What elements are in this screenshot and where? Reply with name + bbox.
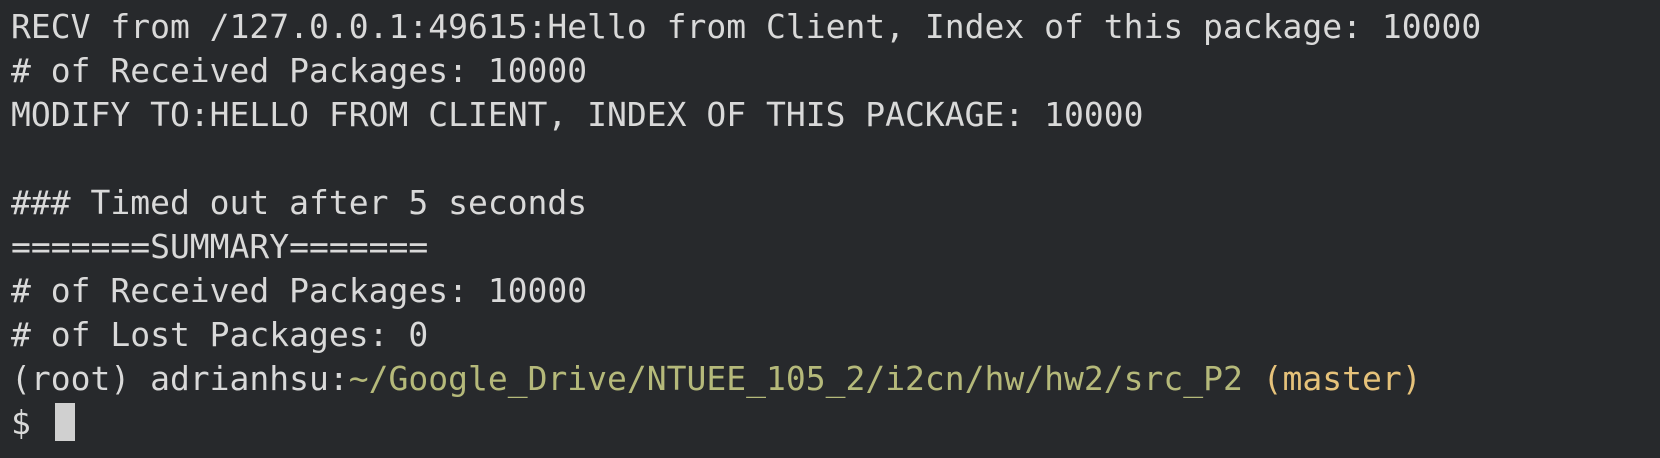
shell-input-line[interactable]: $: [11, 401, 1650, 445]
output-line-summary-header: =======SUMMARY=======: [11, 227, 429, 266]
terminal-window[interactable]: RECV from /127.0.0.1:49615:Hello from Cl…: [0, 0, 1660, 458]
prompt-symbol: $: [11, 403, 51, 442]
text-cursor[interactable]: [54, 403, 75, 441]
output-line-modify: MODIFY TO:HELLO FROM CLIENT, INDEX OF TH…: [11, 95, 1144, 134]
output-line-blank: [11, 137, 1650, 181]
prompt-env: (root) adrianhsu:: [11, 359, 349, 398]
output-line-received-count: # of Received Packages: 10000: [11, 51, 588, 90]
output-line-timeout: ### Timed out after 5 seconds: [11, 183, 588, 222]
prompt-path: ~/Google_Drive/NTUEE_105_2/i2cn/hw/hw2/s…: [348, 359, 1243, 398]
output-line-summary-lost: # of Lost Packages: 0: [11, 315, 429, 354]
shell-prompt-info: (root) adrianhsu:~/Google_Drive/NTUEE_10…: [11, 357, 1650, 401]
output-line-recv: RECV from /127.0.0.1:49615:Hello from Cl…: [11, 7, 1482, 46]
output-line-summary-received: # of Received Packages: 10000: [11, 271, 588, 310]
prompt-branch: (master): [1242, 359, 1422, 398]
